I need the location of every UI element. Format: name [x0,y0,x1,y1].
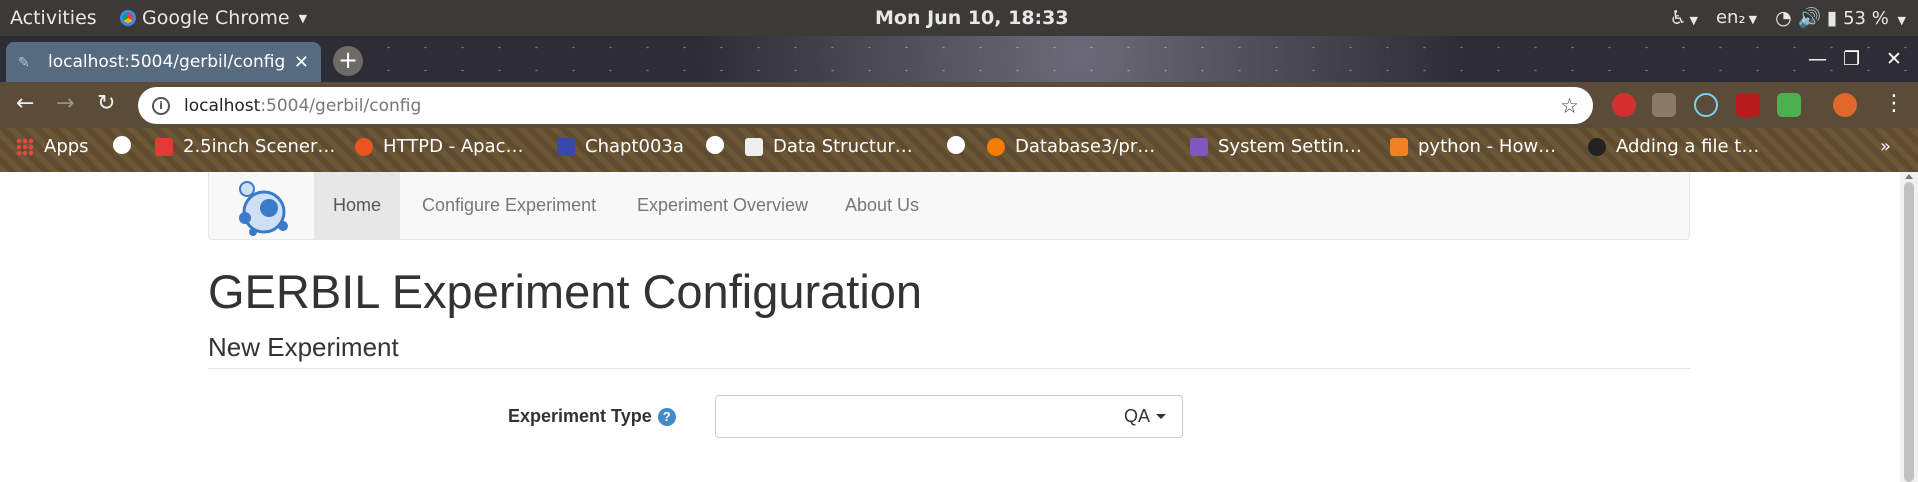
app-menu[interactable]: Google Chrome ▼ [120,7,307,29]
globe-icon [706,136,724,154]
apps-grid-icon [16,137,34,156]
info-icon[interactable]: i [152,96,170,115]
app-name: Google Chrome [142,7,290,29]
new-tab-button[interactable]: + [333,46,363,76]
bookmark-label: Apps [44,136,89,157]
bookmark-item[interactable]: python - How… [1390,136,1556,157]
jupyter-icon [987,137,1005,156]
url-host: localhost [184,95,261,116]
bookmark-label: System Settin… [1218,136,1362,157]
bookmark-item[interactable]: Data Structur… [745,136,913,157]
gerbil-logo-icon[interactable] [231,174,293,238]
close-window-icon[interactable]: ✕ [1886,48,1902,70]
feather-icon [557,137,575,156]
settings-site-icon [1190,137,1208,156]
chevron-down-icon: ▼ [1748,13,1758,26]
chevron-down-icon: ▼ [1897,14,1906,27]
bookmark-item[interactable]: 2.5inch Scener… [155,136,335,157]
bookmark-item[interactable]: System Settin… [1190,136,1362,157]
bookmark-label: Chapt003a [585,136,684,157]
github-icon [1588,137,1606,156]
nav-experiment-overview[interactable]: Experiment Overview [618,172,827,239]
nav-home[interactable]: Home [314,172,401,239]
keyboard-layout-label: en₂ [1715,7,1746,28]
react-devtools-icon[interactable] [1694,93,1718,117]
chrome-menu-icon[interactable]: ⋮ [1883,91,1905,116]
bookmark-google[interactable] [113,136,131,154]
chevron-down-icon [1156,414,1166,419]
pocket-extension-icon[interactable] [1652,93,1676,117]
bookmark-label: Database3/pr… [1015,136,1156,157]
system-top-bar: Activities Google Chrome ▼ Mon Jun 10, 1… [0,0,1918,36]
site-icon [745,137,763,156]
minimize-icon[interactable]: — [1808,48,1827,70]
bookmark-google[interactable] [947,136,965,154]
page-title: GERBIL Experiment Configuration [208,265,923,318]
experiment-type-dropdown[interactable]: QA [715,395,1183,438]
chevron-down-icon: ▼ [298,11,308,25]
google-icon [113,136,131,154]
experiment-type-label-text: Experiment Type [508,406,652,426]
profile-avatar[interactable] [1833,93,1857,117]
divider [208,368,1690,369]
bookmark-label: HTTPD - Apac… [383,136,524,157]
gerbil-favicon-icon: ✎ [18,55,30,71]
experiment-type-label: Experiment Type ? [508,406,676,427]
bookmark-item[interactable]: Chapt003a [557,136,684,157]
bookmark-item[interactable]: Adding a file t… [1588,136,1759,157]
activities-button[interactable]: Activities [10,7,97,29]
volume-icon: 🔊 [1797,7,1822,29]
bookmark-label: Data Structur… [773,136,913,157]
bookmark-label: Adding a file t… [1616,136,1760,157]
browser-tab[interactable]: ✎ localhost:5004/gerbil/config ✕ [6,42,321,82]
scrollbar[interactable] [1900,172,1918,482]
back-arrow-icon[interactable]: ← [16,91,34,116]
stackoverflow-icon [1390,137,1408,156]
tab-strip: ✎ localhost:5004/gerbil/config ✕ + — ❐ ✕ [0,36,1918,82]
google-icon [947,136,965,154]
clock[interactable]: Mon Jun 10, 18:33 [875,7,1069,29]
nav-about-us[interactable]: About Us [826,172,938,239]
help-icon[interactable]: ? [657,407,676,426]
site-navbar: Home Configure Experiment Experiment Ove… [208,172,1690,240]
keyboard-layout[interactable]: en₂ ▼ [1716,7,1757,28]
experiment-type-selected: QA [1123,406,1150,426]
reload-icon[interactable]: ↻ [97,91,115,116]
battery-percent: 53 % [1843,8,1889,29]
battery-icon: ▮ [1826,7,1838,29]
bookmark-item[interactable] [706,136,724,154]
section-title: New Experiment [208,332,399,362]
script-extension-icon[interactable] [1777,93,1801,117]
restore-icon[interactable]: ❐ [1843,48,1860,70]
site-icon [155,137,173,156]
system-tray[interactable]: ♿ ▼ en₂ ▼ ◔ 🔊 ▮ 53 % ▼ [1669,6,1906,30]
tab-title: localhost:5004/gerbil/config [48,52,286,72]
status-icons[interactable]: ◔ 🔊 ▮ 53 % ▼ [1775,6,1906,29]
bookmarks-overflow[interactable]: » [1880,136,1891,157]
close-tab-icon[interactable]: ✕ [294,52,309,73]
address-bar[interactable]: i localhost:5004/gerbil/config ☆ [138,87,1593,124]
bookmark-apps[interactable]: Apps [16,136,89,157]
adblock-extension-icon[interactable] [1612,93,1636,117]
scrollbar-thumb[interactable] [1904,182,1914,482]
page-content: Home Configure Experiment Experiment Ove… [0,172,1900,482]
chrome-icon [120,10,136,26]
chevron-down-icon: ▼ [1689,13,1698,27]
accessibility-icon: ♿ [1669,6,1687,29]
bookmark-label: python - How… [1418,136,1557,157]
ubuntu-icon [355,137,373,156]
bookmark-item[interactable]: HTTPD - Apac… [355,136,524,157]
url-path: :5004/gerbil/config [260,95,422,116]
forward-arrow-icon[interactable]: → [56,91,74,116]
wifi-icon: ◔ [1775,7,1792,29]
accessibility-menu[interactable]: ♿ ▼ [1669,7,1698,29]
bookmark-star-icon[interactable]: ☆ [1560,94,1579,118]
nav-configure-experiment[interactable]: Configure Experiment [403,172,615,239]
scroll-up-arrow-icon[interactable] [1905,174,1913,179]
pdf-extension-icon[interactable] [1736,93,1760,117]
bookmark-label: 2.5inch Scener… [183,136,336,157]
bookmarks-bar: Apps 2.5inch Scener… HTTPD - Apac… Chapt… [0,128,1918,172]
bookmark-item[interactable]: Database3/pr… [987,136,1155,157]
